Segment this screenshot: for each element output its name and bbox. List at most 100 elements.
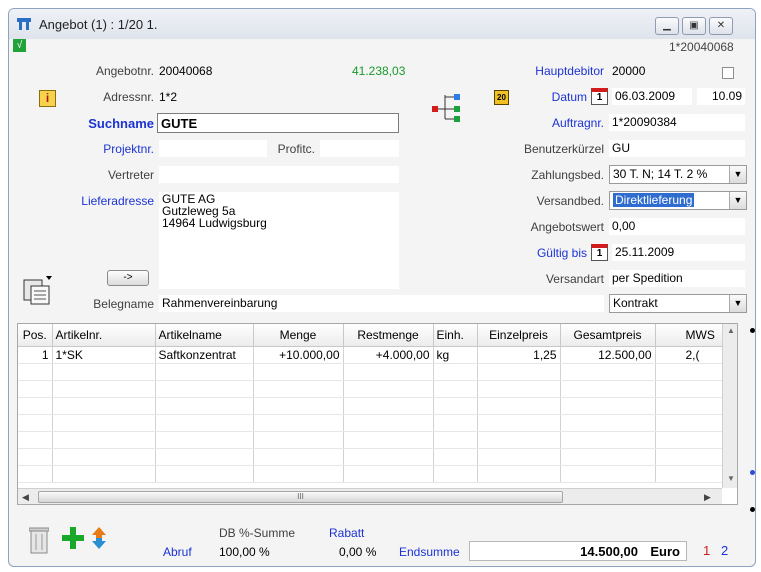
table-cell[interactable]: kg: [433, 346, 478, 364]
table-cell[interactable]: [18, 414, 53, 432]
sort-arrows-icon[interactable]: [91, 527, 107, 549]
table-cell[interactable]: 1: [18, 346, 53, 364]
zahlung-select[interactable]: 30 T. N; 14 T. 2 % ▼: [609, 165, 747, 184]
table-cell[interactable]: [343, 363, 434, 381]
table-cell[interactable]: [253, 448, 344, 466]
table-row[interactable]: [18, 448, 737, 466]
table-cell[interactable]: 1,25: [477, 346, 561, 364]
table-cell[interactable]: [560, 363, 656, 381]
vertreter-input[interactable]: [159, 166, 399, 183]
address-arrow-button[interactable]: ->: [107, 270, 149, 286]
table-cell[interactable]: [18, 380, 53, 398]
table-cell[interactable]: [343, 414, 434, 432]
versandbed-dropdown-icon[interactable]: ▼: [729, 192, 746, 209]
table-cell[interactable]: [253, 363, 344, 381]
table-cell[interactable]: [560, 465, 656, 483]
table-cell[interactable]: [155, 465, 254, 483]
gueltig-input[interactable]: 25.11.2009: [612, 244, 745, 261]
page-link-2[interactable]: 2: [721, 543, 728, 558]
table-cell[interactable]: [155, 448, 254, 466]
scroll-down-icon[interactable]: ▼: [723, 474, 737, 483]
table-cell[interactable]: [433, 363, 478, 381]
table-cell[interactable]: [560, 431, 656, 449]
table-cell[interactable]: 1*SK: [52, 346, 156, 364]
table-cell[interactable]: [433, 448, 478, 466]
kontrakt-dropdown-icon[interactable]: ▼: [729, 295, 746, 312]
column-header[interactable]: Pos.: [18, 324, 53, 347]
table-cell[interactable]: [433, 431, 478, 449]
table-cell[interactable]: [560, 414, 656, 432]
table-row[interactable]: [18, 465, 737, 483]
table-cell[interactable]: [253, 397, 344, 415]
benutzer-input[interactable]: GU: [609, 140, 745, 157]
lieferadresse-box[interactable]: GUTE AG Gutzleweg 5a 14964 Ludwigsburg: [159, 192, 399, 289]
table-cell[interactable]: [155, 397, 254, 415]
table-cell[interactable]: [52, 431, 156, 449]
table-cell[interactable]: [343, 397, 434, 415]
belegname-input[interactable]: Rahmenvereinbarung: [159, 295, 604, 312]
table-cell[interactable]: [343, 431, 434, 449]
column-header[interactable]: Einzelpreis: [477, 324, 561, 347]
table-cell[interactable]: [433, 465, 478, 483]
column-header[interactable]: Restmenge: [343, 324, 434, 347]
auftragnr-input[interactable]: 1*20090384: [609, 114, 745, 131]
table-cell[interactable]: [52, 414, 156, 432]
abruf-label[interactable]: Abruf: [163, 545, 192, 559]
table-cell[interactable]: [560, 448, 656, 466]
document-tool-icon[interactable]: [22, 276, 52, 306]
table-cell[interactable]: [477, 397, 561, 415]
table-row[interactable]: [18, 397, 737, 415]
table-cell[interactable]: [253, 380, 344, 398]
versandart-input[interactable]: per Spedition: [609, 270, 745, 287]
trash-icon[interactable]: [29, 526, 49, 554]
table-cell[interactable]: [433, 380, 478, 398]
table-cell[interactable]: [433, 397, 478, 415]
page-link-1[interactable]: 1: [703, 543, 710, 558]
table-row[interactable]: [18, 363, 737, 381]
datum-calendar-icon[interactable]: 1: [591, 88, 608, 105]
zahlung-dropdown-icon[interactable]: ▼: [729, 166, 746, 183]
table-cell[interactable]: [477, 448, 561, 466]
hauptdebitor-checkbox[interactable]: [722, 67, 734, 79]
datum-input[interactable]: 06.03.2009: [612, 88, 692, 105]
table-cell[interactable]: [433, 414, 478, 432]
table-cell[interactable]: +4.000,00: [343, 346, 434, 364]
table-cell[interactable]: [477, 380, 561, 398]
column-header[interactable]: Artikelname: [155, 324, 254, 347]
add-icon[interactable]: [61, 526, 85, 550]
column-header[interactable]: Gesamtpreis: [560, 324, 656, 347]
column-header[interactable]: Menge: [253, 324, 344, 347]
table-cell[interactable]: Saftkonzentrat: [155, 346, 254, 364]
scroll-up-icon[interactable]: ▲: [723, 326, 737, 335]
versandbed-select[interactable]: Direktlieferung ▼: [609, 191, 747, 210]
minimize-button[interactable]: ▁: [655, 17, 679, 35]
table-cell[interactable]: [155, 380, 254, 398]
table-row[interactable]: [18, 431, 737, 449]
table-cell[interactable]: [52, 448, 156, 466]
column-header[interactable]: Artikelnr.: [52, 324, 156, 347]
scroll-right-icon[interactable]: ▶: [704, 492, 711, 503]
angebotswert-input[interactable]: 0,00: [609, 218, 745, 235]
table-cell[interactable]: [343, 465, 434, 483]
adressnr-value[interactable]: 1*2: [159, 90, 177, 104]
table-cell[interactable]: [52, 380, 156, 398]
table-cell[interactable]: [477, 414, 561, 432]
table-cell[interactable]: [253, 431, 344, 449]
table-cell[interactable]: [253, 465, 344, 483]
profitc-input[interactable]: [320, 140, 399, 157]
table-cell[interactable]: [52, 465, 156, 483]
table-cell[interactable]: [155, 363, 254, 381]
table-cell[interactable]: [52, 397, 156, 415]
table-cell[interactable]: [18, 363, 53, 381]
table-cell[interactable]: +10.000,00: [253, 346, 344, 364]
table-cell[interactable]: [477, 431, 561, 449]
gueltig-calendar-icon[interactable]: 1: [591, 244, 608, 261]
table-cell[interactable]: [18, 431, 53, 449]
suchname-input[interactable]: GUTE: [157, 113, 399, 133]
table-row[interactable]: [18, 414, 737, 432]
table-row[interactable]: [18, 380, 737, 398]
table-cell[interactable]: [155, 414, 254, 432]
hierarchy-icon[interactable]: [431, 89, 465, 125]
column-header[interactable]: Einh.: [433, 324, 478, 347]
table-cell[interactable]: [18, 397, 53, 415]
